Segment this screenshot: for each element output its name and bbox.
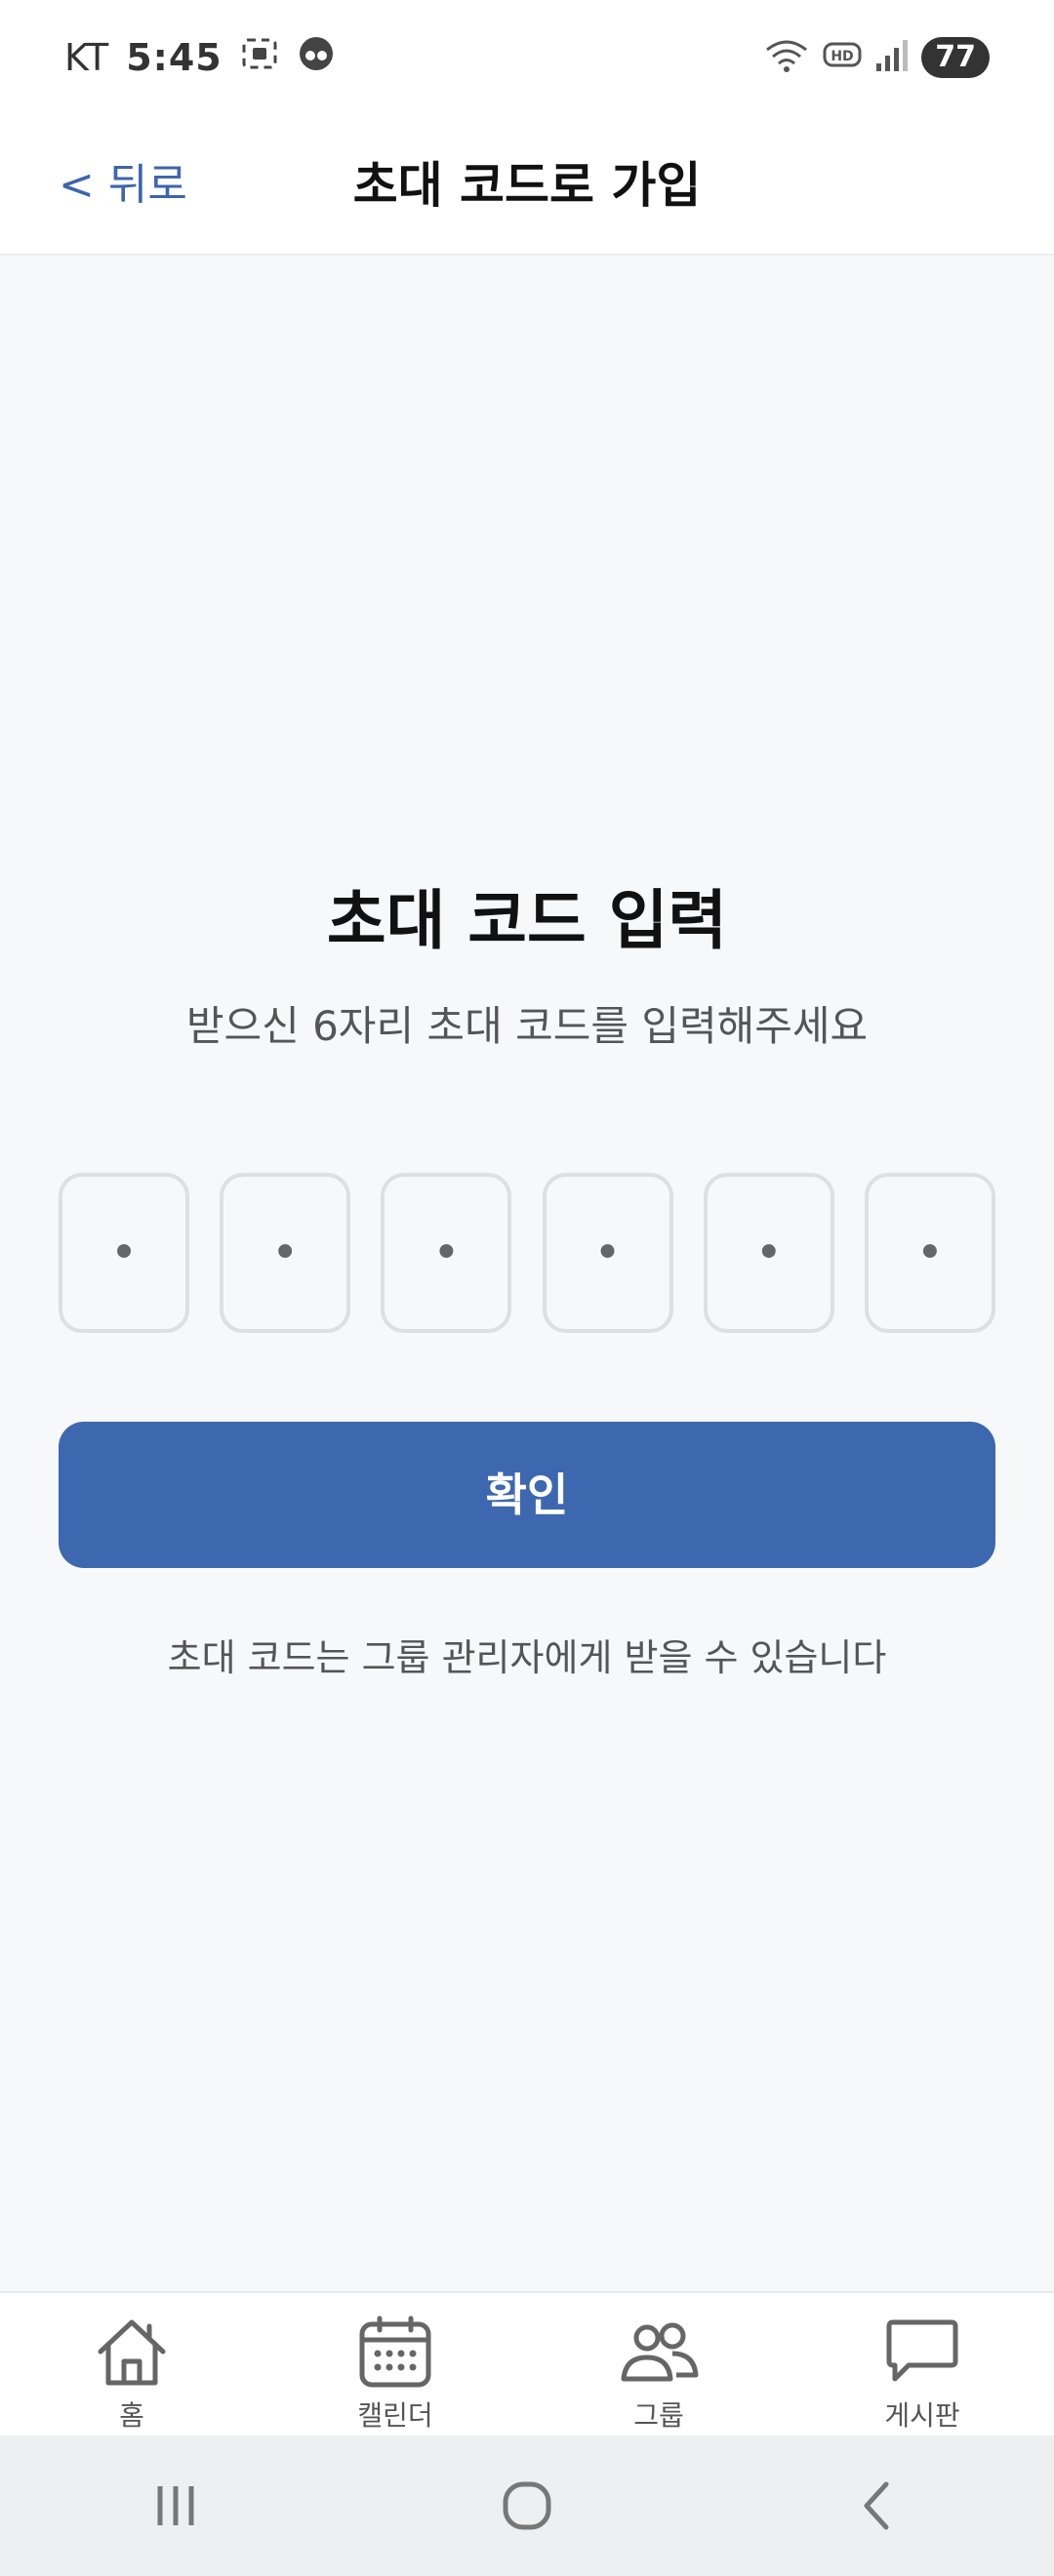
system-nav-bar — [0, 2435, 1054, 2576]
signal-icon — [874, 36, 910, 79]
app-header: < 뒤로 초대 코드로 가입 — [0, 115, 1054, 256]
carrier-label: KT — [64, 36, 109, 79]
code-digit-6[interactable]: • — [864, 1173, 995, 1333]
confirm-button[interactable]: 확인 — [59, 1422, 995, 1568]
battery-indicator: 77 — [921, 37, 990, 78]
status-bar: KT 5:45 HD 77 — [0, 0, 1054, 115]
chat-bubble-icon — [886, 2319, 958, 2382]
wifi-icon — [763, 36, 810, 79]
nav-label-calendar: 캘린더 — [357, 2399, 433, 2432]
code-digit-2[interactable]: • — [220, 1173, 351, 1333]
nav-item-group[interactable]: 그룹 — [527, 2293, 790, 2435]
status-left: KT 5:45 — [64, 34, 336, 82]
code-digit-4[interactable]: • — [542, 1173, 673, 1333]
nav-item-board[interactable]: 게시판 — [790, 2293, 1054, 2435]
app-notification-icon — [297, 34, 336, 82]
recent-apps-button[interactable] — [117, 2462, 234, 2550]
code-digit-3[interactable]: • — [381, 1173, 512, 1333]
nav-item-home[interactable]: 홈 — [0, 2293, 264, 2435]
group-icon — [621, 2322, 699, 2382]
home-system-button[interactable] — [468, 2462, 586, 2550]
back-system-button[interactable] — [820, 2462, 937, 2550]
nav-label-group: 그룹 — [633, 2399, 684, 2432]
recent-apps-icon — [157, 2486, 194, 2525]
calendar-icon — [359, 2315, 431, 2388]
screenshot-icon — [240, 34, 279, 82]
code-digit-1[interactable]: • — [59, 1173, 189, 1333]
code-digit-5[interactable]: • — [703, 1173, 834, 1333]
nav-label-board: 게시판 — [884, 2399, 960, 2432]
status-right: HD 77 — [763, 36, 990, 79]
svg-text:HD: HD — [831, 49, 854, 64]
nav-item-calendar[interactable]: 캘린더 — [264, 2293, 527, 2435]
bottom-nav: 홈 캘린더 그룹 게시판 — [0, 2291, 1054, 2435]
invite-code-heading: 초대 코드 입력 — [326, 883, 728, 958]
home-circle-icon — [503, 2481, 551, 2530]
invite-code-inputs: • • • • • • — [59, 1173, 995, 1333]
page-title: 초대 코드로 가입 — [352, 157, 702, 214]
clock: 5:45 — [126, 36, 223, 79]
helper-text: 초대 코드는 그룹 관리자에게 받을 수 있습니다 — [167, 1636, 887, 1679]
invite-code-subtitle: 받으신 6자리 초대 코드를 입력해주세요 — [185, 1002, 869, 1050]
home-icon — [98, 2319, 166, 2386]
hd-voice-icon: HD — [822, 36, 863, 79]
nav-label-home: 홈 — [119, 2399, 144, 2432]
chevron-left-icon — [864, 2481, 889, 2530]
